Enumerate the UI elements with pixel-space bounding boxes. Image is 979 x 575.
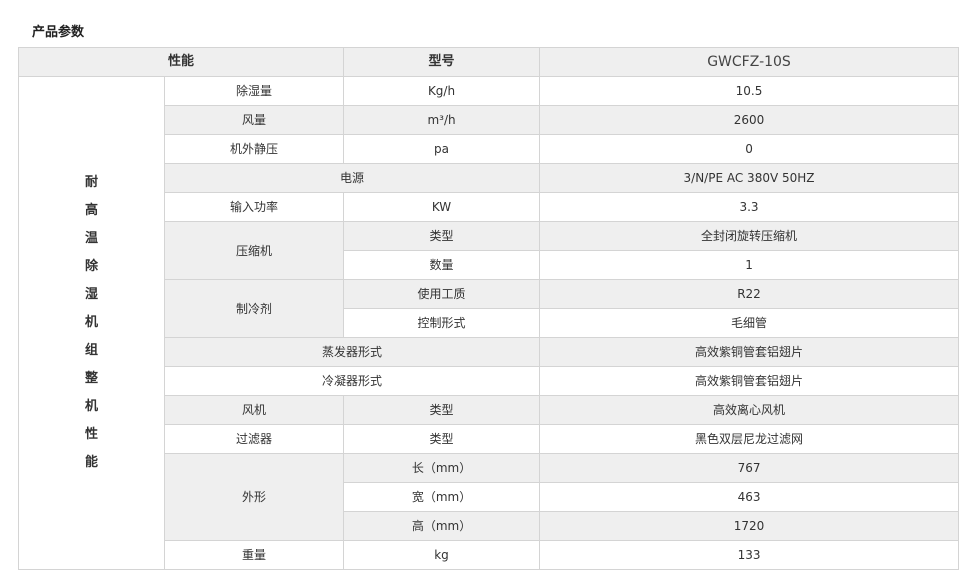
row-label: 电源: [163, 163, 541, 193]
row-label: 重量: [163, 540, 345, 570]
row-unit: pa: [343, 134, 541, 164]
header-performance: 性能: [17, 47, 345, 77]
table-header-row: 性能 型号 GWCFZ-10S: [17, 47, 960, 77]
category-char: 高: [84, 203, 98, 218]
row-value: 3/N/PE AC 380V 50HZ: [539, 163, 960, 193]
product-params-table: 性能 型号 GWCFZ-10S 耐高温除湿机组整机性能 除湿量 Kg/h 10.…: [17, 47, 960, 570]
row-value: 767: [539, 453, 960, 483]
row-label: 机外静压: [163, 134, 345, 164]
row-sublabel: 数量: [343, 250, 541, 280]
row-sublabel: 宽（mm）: [343, 482, 541, 512]
row-label: 制冷剂: [163, 279, 345, 338]
category-char: 组: [84, 343, 98, 358]
row-label: 风机: [163, 395, 345, 425]
row-sublabel: 控制形式: [343, 308, 541, 338]
row-label: 蒸发器形式: [163, 337, 541, 367]
row-label: 除湿量: [163, 76, 345, 106]
row-sublabel: 类型: [343, 424, 541, 454]
table-row: 耐高温除湿机组整机性能 除湿量 Kg/h 10.5: [18, 76, 960, 570]
category-char: 耐: [84, 175, 98, 190]
category-label: 耐高温除湿机组整机性能: [18, 76, 165, 570]
row-label: 过滤器: [163, 424, 345, 454]
section-title: 产品参数: [32, 25, 85, 40]
category-char: 整: [84, 371, 98, 386]
category-char: 机: [84, 315, 98, 330]
row-unit: KW: [343, 192, 541, 222]
category-char: 能: [84, 455, 98, 470]
row-value: 黑色双层尼龙过滤网: [539, 424, 960, 454]
row-sublabel: 长（mm）: [343, 453, 541, 483]
category-char: 机: [84, 399, 98, 414]
row-unit: m³/h: [343, 105, 541, 135]
row-value: 高效紫铜管套铝翅片: [539, 366, 960, 396]
row-unit: Kg/h: [343, 76, 541, 106]
category-char: 温: [84, 231, 98, 246]
row-sublabel: 类型: [343, 395, 541, 425]
row-value: R22: [539, 279, 960, 309]
row-sublabel: 高（mm）: [343, 511, 541, 541]
category-char: 性: [84, 427, 98, 442]
row-value: 0: [539, 134, 960, 164]
row-value: 高效紫铜管套铝翅片: [539, 337, 960, 367]
row-unit: kg: [343, 540, 541, 570]
row-value: 3.3: [539, 192, 960, 222]
row-value: 1720: [539, 511, 960, 541]
row-value: 10.5: [539, 76, 960, 106]
row-value: 高效离心风机: [539, 395, 960, 425]
row-sublabel: 类型: [343, 221, 541, 251]
row-value: 毛细管: [539, 308, 960, 338]
row-value: 1: [539, 250, 960, 280]
category-char: 湿: [84, 287, 98, 302]
row-value: 2600: [539, 105, 960, 135]
row-value: 133: [539, 540, 960, 570]
category-char: 除: [84, 259, 98, 274]
row-label: 输入功率: [163, 192, 345, 222]
row-value: 全封闭旋转压缩机: [539, 221, 960, 251]
category-vertical-text: 耐高温除湿机组整机性能: [19, 169, 164, 477]
header-model-label: 型号: [343, 47, 541, 77]
row-sublabel: 使用工质: [343, 279, 541, 309]
header-model-value: GWCFZ-10S: [539, 47, 960, 77]
row-label: 外形: [163, 453, 345, 541]
row-value: 463: [539, 482, 960, 512]
row-label: 风量: [163, 105, 345, 135]
row-label: 压缩机: [163, 221, 345, 280]
row-label: 冷凝器形式: [163, 366, 541, 396]
